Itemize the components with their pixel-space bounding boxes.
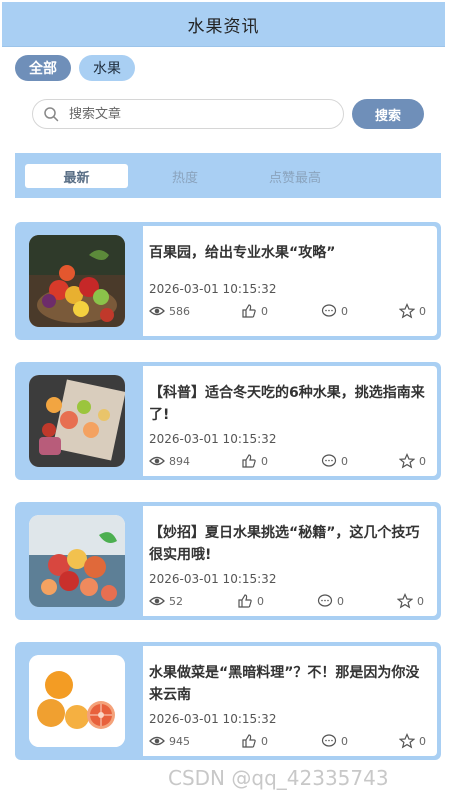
favorites-count: 0: [419, 304, 426, 318]
tab-latest[interactable]: 最新: [25, 164, 128, 188]
app-header: 水果资讯: [2, 2, 445, 47]
likes-count: 0: [261, 304, 268, 318]
search-box[interactable]: [32, 99, 344, 129]
article-card[interactable]: 百果园，给出专业水果“攻略” 2026-03-01 10:15:32 586 0…: [15, 222, 441, 340]
thumbs-up-icon: [242, 454, 256, 468]
like-button[interactable]: 0: [241, 733, 268, 749]
article-stats: 52 0 0 0: [149, 592, 427, 610]
category-chip-all[interactable]: 全部: [15, 55, 71, 81]
views-count: 945: [169, 734, 190, 748]
like-button[interactable]: 0: [241, 453, 268, 469]
article-stats: 945 0 0 0: [149, 732, 427, 750]
star-icon: [399, 733, 415, 749]
star-icon: [399, 303, 415, 319]
eye-icon: [149, 456, 165, 466]
star-icon: [399, 453, 415, 469]
favorites-count: 0: [417, 594, 424, 608]
thumbs-up-icon: [242, 734, 256, 748]
article-card[interactable]: 【妙招】夏日水果挑选“秘籍”，这几个技巧很实用哦! 2026-03-01 10:…: [15, 502, 441, 620]
article-card[interactable]: 【科普】适合冬天吃的6种水果，挑选指南来了! 2026-03-01 10:15:…: [15, 362, 441, 480]
comments-count: 0: [341, 734, 348, 748]
comments-count: 0: [341, 304, 348, 318]
views-stat: 945: [149, 733, 190, 749]
eye-icon: [149, 306, 165, 316]
like-button[interactable]: 0: [241, 303, 268, 319]
views-stat: 586: [149, 303, 190, 319]
like-button[interactable]: 0: [237, 593, 264, 609]
article-time: 2026-03-01 10:15:32: [149, 712, 277, 726]
likes-count: 0: [261, 454, 268, 468]
sort-tabs: 最新 热度 点赞最高: [15, 153, 441, 198]
article-content: 水果做菜是“黑暗料理”？不！那是因为你没来云南 2026-03-01 10:15…: [143, 646, 437, 756]
article-content: 【妙招】夏日水果挑选“秘籍”，这几个技巧很实用哦! 2026-03-01 10:…: [143, 506, 437, 616]
article-stats: 894 0 0 0: [149, 452, 427, 470]
views-count: 894: [169, 454, 190, 468]
comment-icon: [317, 594, 333, 607]
comment-button[interactable]: 0: [321, 303, 348, 319]
favorites-count: 0: [419, 734, 426, 748]
page-title: 水果资讯: [187, 16, 260, 37]
thumbs-up-icon: [242, 304, 256, 318]
comment-button[interactable]: 0: [317, 593, 344, 609]
tab-popular[interactable]: 热度: [155, 164, 215, 188]
article-time: 2026-03-01 10:15:32: [149, 572, 277, 586]
article-title[interactable]: 【科普】适合冬天吃的6种水果，挑选指南来了!: [149, 382, 425, 426]
comment-button[interactable]: 0: [321, 733, 348, 749]
article-card[interactable]: 水果做菜是“黑暗料理”？不！那是因为你没来云南 2026-03-01 10:15…: [15, 642, 441, 760]
article-content: 百果园，给出专业水果“攻略” 2026-03-01 10:15:32 586 0…: [143, 226, 437, 336]
comment-icon: [321, 454, 337, 467]
search-input[interactable]: [67, 105, 311, 123]
views-count: 52: [169, 594, 183, 608]
category-chip-fruit[interactable]: 水果: [79, 55, 135, 81]
article-title[interactable]: 【妙招】夏日水果挑选“秘籍”，这几个技巧很实用哦!: [149, 522, 425, 566]
tab-most-liked[interactable]: 点赞最高: [245, 164, 345, 188]
likes-count: 0: [261, 734, 268, 748]
favorites-count: 0: [419, 454, 426, 468]
eye-icon: [149, 736, 165, 746]
article-title[interactable]: 水果做菜是“黑暗料理”？不！那是因为你没来云南: [149, 662, 425, 706]
article-title[interactable]: 百果园，给出专业水果“攻略”: [149, 242, 425, 264]
favorite-button[interactable]: 0: [399, 303, 426, 319]
favorite-button[interactable]: 0: [397, 593, 424, 609]
views-stat: 52: [149, 593, 183, 609]
comment-button[interactable]: 0: [321, 453, 348, 469]
eye-icon: [149, 596, 165, 606]
watermark: CSDN @qq_42335743: [168, 766, 389, 790]
article-thumbnail: [29, 375, 125, 467]
article-content: 【科普】适合冬天吃的6种水果，挑选指南来了! 2026-03-01 10:15:…: [143, 366, 437, 476]
article-thumbnail: [29, 515, 125, 607]
article-thumbnail: [29, 235, 125, 327]
star-icon: [397, 593, 413, 609]
search-button[interactable]: 搜索: [352, 99, 424, 129]
article-thumbnail: [29, 655, 125, 747]
favorite-button[interactable]: 0: [399, 453, 426, 469]
favorite-button[interactable]: 0: [399, 733, 426, 749]
comments-count: 0: [341, 454, 348, 468]
comment-icon: [321, 304, 337, 317]
search-icon: [44, 107, 59, 122]
article-time: 2026-03-01 10:15:32: [149, 282, 277, 296]
likes-count: 0: [257, 594, 264, 608]
category-row: 全部 水果: [15, 55, 135, 81]
article-time: 2026-03-01 10:15:32: [149, 432, 277, 446]
article-stats: 586 0 0 0: [149, 302, 427, 320]
thumbs-up-icon: [238, 594, 252, 608]
views-stat: 894: [149, 453, 190, 469]
comment-icon: [321, 734, 337, 747]
search-row: 搜索: [32, 99, 424, 129]
comments-count: 0: [337, 594, 344, 608]
views-count: 586: [169, 304, 190, 318]
